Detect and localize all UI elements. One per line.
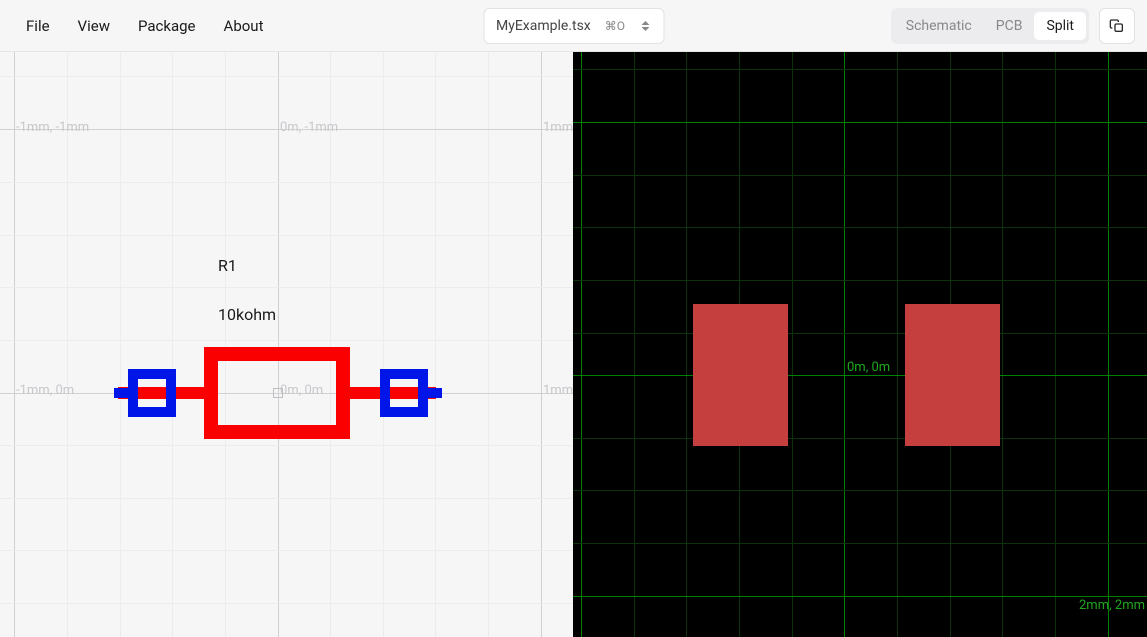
view-mode-toggle: Schematic PCB Split bbox=[891, 8, 1089, 44]
pad-1[interactable] bbox=[693, 304, 788, 446]
pin-1[interactable] bbox=[128, 369, 176, 417]
top-toolbar: File View Package About MyExample.tsx ⌘O… bbox=[0, 0, 1147, 52]
menu-about[interactable]: About bbox=[210, 9, 278, 43]
coord-mid-right: 1mm bbox=[543, 383, 573, 398]
view-split-button[interactable]: Split bbox=[1034, 12, 1086, 40]
pcb-canvas[interactable]: 0m, 0m 2mm, 2mm bbox=[573, 52, 1147, 637]
pin-2[interactable] bbox=[380, 369, 428, 417]
view-schematic-button[interactable]: Schematic bbox=[894, 12, 984, 40]
component-ref: R1 bbox=[218, 256, 237, 275]
filename-label: MyExample.tsx bbox=[496, 18, 591, 34]
schematic-canvas[interactable]: -1mm, -1mm 0m, -1mm 1mm -1mm, 0m 0m, 0m … bbox=[0, 52, 573, 637]
shortcut-label: ⌘O bbox=[605, 19, 625, 33]
view-pcb-button[interactable]: PCB bbox=[984, 12, 1035, 40]
pin-1-tab bbox=[114, 388, 134, 398]
coord-top-left: -1mm, -1mm bbox=[16, 120, 89, 135]
chevron-updown-icon bbox=[639, 18, 651, 34]
component-value: 10kohm bbox=[218, 305, 276, 324]
schematic-grid bbox=[0, 52, 573, 637]
menu-package[interactable]: Package bbox=[124, 9, 210, 43]
coord-top-mid: 0m, -1mm bbox=[280, 120, 338, 135]
menu-view[interactable]: View bbox=[64, 9, 124, 43]
coord-mid-left: -1mm, 0m bbox=[16, 383, 74, 398]
copy-icon bbox=[1109, 18, 1125, 34]
main-menu: File View Package About bbox=[12, 9, 277, 43]
copy-button[interactable] bbox=[1099, 8, 1135, 44]
resistor-body[interactable] bbox=[204, 347, 350, 439]
pcb-grid bbox=[573, 52, 1147, 637]
pad-2[interactable] bbox=[905, 304, 1000, 446]
menu-file[interactable]: File bbox=[12, 9, 64, 43]
pcb-coord-bottom-right: 2mm, 2mm bbox=[1079, 598, 1145, 613]
coord-top-right: 1mm bbox=[543, 120, 573, 135]
pin-2-tab bbox=[422, 388, 442, 398]
file-selector[interactable]: MyExample.tsx ⌘O bbox=[483, 8, 664, 44]
pcb-coord-origin: 0m, 0m bbox=[847, 360, 890, 375]
